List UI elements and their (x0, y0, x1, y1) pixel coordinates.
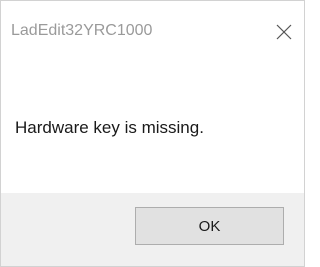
window-title: LadEdit32YRC1000 (11, 22, 153, 39)
dialog-content: Hardware key is missing. (1, 67, 304, 193)
button-bar: OK (1, 193, 304, 266)
message-text: Hardware key is missing. (15, 118, 204, 137)
title-bar[interactable]: LadEdit32YRC1000 (1, 1, 304, 67)
close-button[interactable] (267, 15, 301, 49)
close-icon (276, 24, 292, 40)
ok-button[interactable]: OK (135, 207, 284, 245)
message-dialog: LadEdit32YRC1000 Hardware key is missing… (0, 0, 305, 267)
